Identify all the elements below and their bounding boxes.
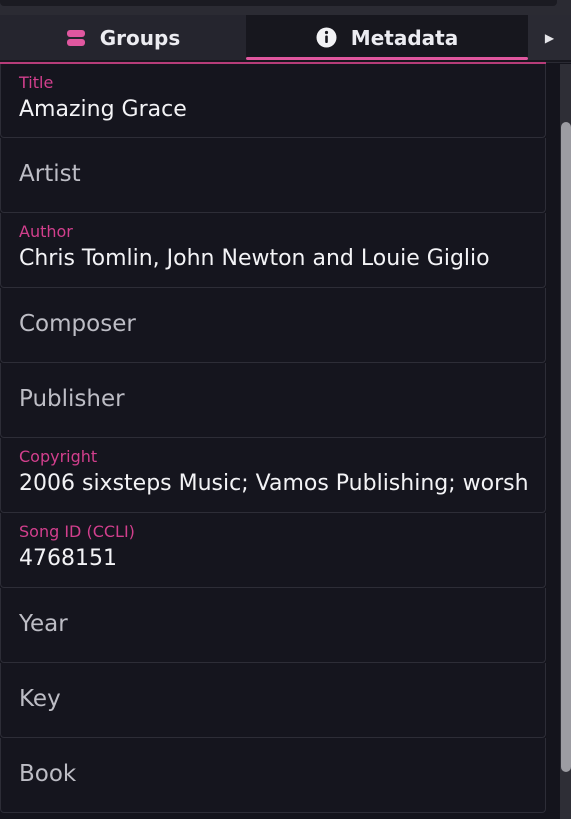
artist-field[interactable]: Artist (0, 138, 546, 213)
tab-metadata[interactable]: Metadata (246, 15, 528, 60)
vertical-scrollbar[interactable] (546, 64, 571, 819)
metadata-fields: Title Amazing Grace Artist Author Chris … (0, 64, 546, 819)
key-field-placeholder: Key (19, 686, 61, 712)
composer-field[interactable]: Composer (0, 288, 546, 363)
author-field[interactable]: Author Chris Tomlin, John Newton and Lou… (0, 213, 546, 288)
chevron-right-icon: ▶ (544, 30, 555, 45)
tab-metadata-label: Metadata (350, 25, 459, 50)
copyright-field-label: Copyright (19, 447, 98, 466)
year-field[interactable]: Year (0, 588, 546, 663)
song-id-field[interactable]: Song ID (CCLI) 4768151 (0, 513, 546, 588)
book-field[interactable]: Book (0, 738, 546, 813)
tab-groups-label: Groups (99, 25, 181, 50)
top-strip (0, 0, 571, 15)
publisher-field[interactable]: Publisher (0, 363, 546, 438)
scrollbar-thumb[interactable] (561, 122, 571, 772)
publisher-field-placeholder: Publisher (19, 386, 125, 412)
song-id-field-label: Song ID (CCLI) (19, 522, 135, 541)
metadata-panel: Groups Metadata ▶ Title Amazing Grace Ar… (0, 0, 571, 819)
info-icon (316, 27, 337, 48)
song-id-field-value: 4768151 (19, 546, 117, 571)
author-field-value: Chris Tomlin, John Newton and Louie Gigl… (19, 246, 490, 271)
copyright-field-value: 2006 sixsteps Music; Vamos Publishing; w… (19, 471, 529, 496)
book-field-placeholder: Book (19, 761, 77, 787)
year-field-placeholder: Year (19, 611, 68, 637)
tab-scroll-right-button[interactable]: ▶ (528, 15, 571, 60)
title-field[interactable]: Title Amazing Grace (0, 64, 546, 138)
groups-icon (66, 29, 86, 47)
artist-field-placeholder: Artist (19, 161, 81, 187)
key-field[interactable]: Key (0, 663, 546, 738)
active-tab-indicator (246, 57, 528, 60)
title-field-value: Amazing Grace (19, 97, 187, 122)
tab-groups[interactable]: Groups (0, 15, 246, 60)
tab-bar: Groups Metadata ▶ (0, 15, 571, 63)
copyright-field[interactable]: Copyright 2006 sixsteps Music; Vamos Pub… (0, 438, 546, 513)
author-field-label: Author (19, 222, 73, 241)
title-field-label: Title (19, 73, 54, 92)
top-strip-inner (0, 0, 557, 6)
composer-field-placeholder: Composer (19, 311, 136, 337)
